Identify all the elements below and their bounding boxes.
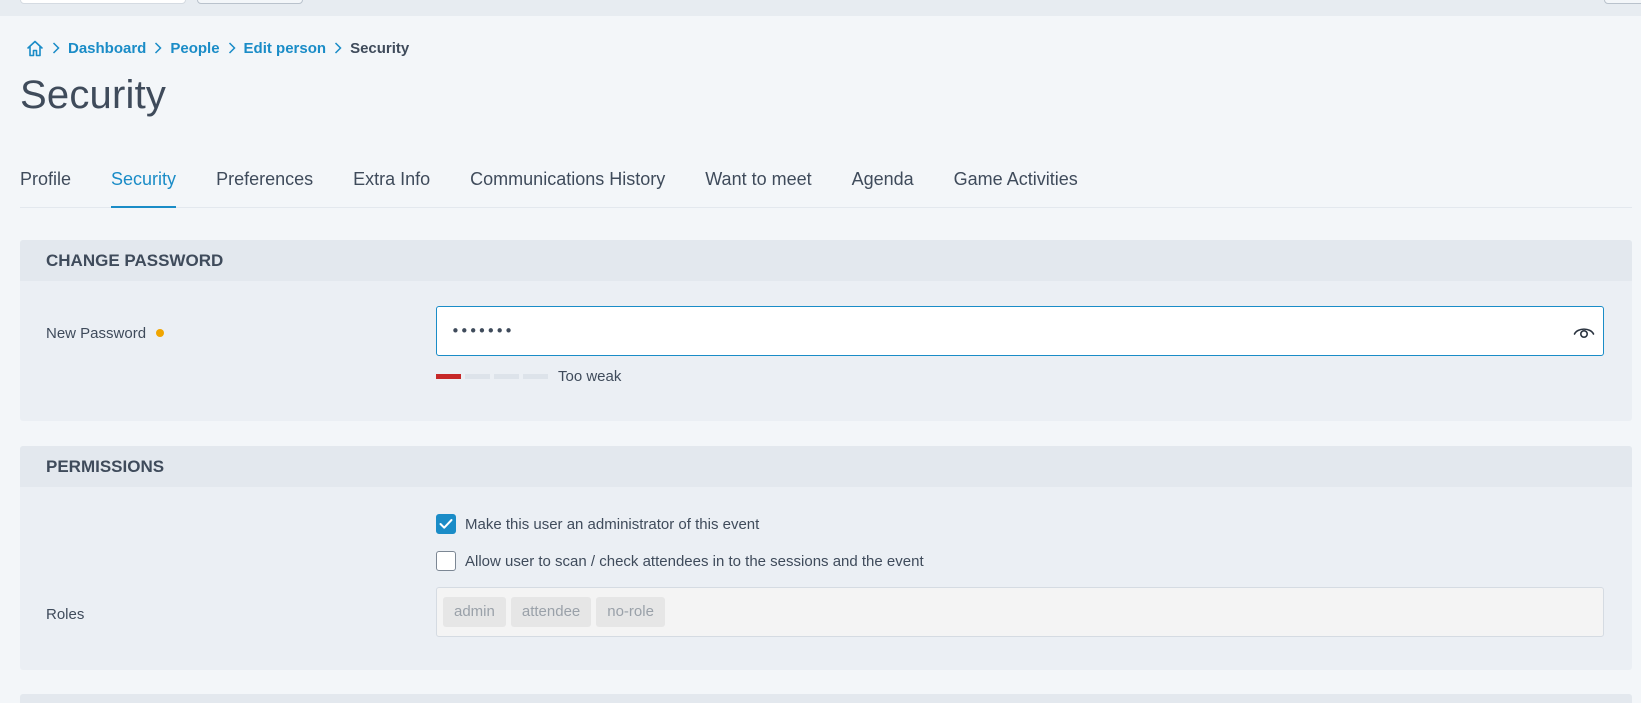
strength-segment bbox=[436, 374, 461, 379]
new-password-label-text: New Password bbox=[46, 325, 147, 342]
page-title: Security bbox=[20, 73, 167, 117]
password-strength-label: Too weak bbox=[558, 368, 622, 385]
password-strength-meter: Too weak bbox=[436, 368, 621, 385]
top-right-button[interactable] bbox=[1604, 0, 1641, 4]
tab-security[interactable]: Security bbox=[111, 160, 177, 208]
role-chip-admin[interactable]: admin bbox=[443, 597, 506, 627]
top-toolbar-button[interactable] bbox=[197, 0, 303, 4]
scan-checkbox-label: Allow user to scan / check attendees in … bbox=[465, 552, 924, 570]
required-indicator bbox=[156, 329, 165, 338]
tab-want-to-meet[interactable]: Want to meet bbox=[705, 160, 811, 207]
tab-preferences[interactable]: Preferences bbox=[216, 160, 313, 207]
role-chip-attendee[interactable]: attendee bbox=[510, 597, 592, 627]
permissions-header: PERMISSIONS bbox=[20, 446, 1632, 487]
admin-checkbox-label: Make this user an administrator of this … bbox=[465, 515, 760, 533]
roles-multiselect[interactable]: admin attendee no-role bbox=[436, 587, 1604, 637]
tab-extra-info[interactable]: Extra Info bbox=[353, 160, 430, 207]
role-chip-no-role[interactable]: no-role bbox=[596, 597, 665, 627]
chevron-right-icon bbox=[154, 42, 162, 54]
breadcrumb: Dashboard People Edit person Security bbox=[26, 38, 409, 58]
breadcrumb-current: Security bbox=[350, 39, 410, 57]
tab-bar: Profile Security Preferences Extra Info … bbox=[20, 160, 1632, 208]
strength-segment bbox=[523, 374, 548, 379]
eye-icon[interactable] bbox=[1572, 323, 1596, 341]
scan-checkbox-row[interactable]: Allow user to scan / check attendees in … bbox=[436, 551, 924, 571]
next-panel-header bbox=[20, 694, 1632, 703]
strength-segment bbox=[494, 374, 519, 379]
tab-communications-history[interactable]: Communications History bbox=[470, 160, 665, 207]
top-toolbar bbox=[0, 0, 1641, 16]
admin-checkbox[interactable] bbox=[436, 514, 456, 534]
scan-checkbox[interactable] bbox=[436, 551, 456, 571]
home-icon[interactable] bbox=[26, 40, 44, 57]
top-search-input[interactable] bbox=[20, 0, 186, 4]
change-password-panel: CHANGE PASSWORD New Password Too weak bbox=[20, 240, 1632, 421]
breadcrumb-edit-person[interactable]: Edit person bbox=[244, 40, 327, 57]
chevron-right-icon bbox=[228, 42, 236, 54]
new-password-input[interactable] bbox=[436, 306, 1604, 356]
tab-profile[interactable]: Profile bbox=[20, 160, 71, 207]
change-password-header: CHANGE PASSWORD bbox=[20, 240, 1632, 281]
breadcrumb-people[interactable]: People bbox=[170, 40, 219, 57]
roles-label: Roles bbox=[46, 606, 85, 623]
tab-game-activities[interactable]: Game Activities bbox=[954, 160, 1078, 207]
breadcrumb-dashboard[interactable]: Dashboard bbox=[68, 40, 146, 57]
new-password-label: New Password bbox=[46, 325, 165, 342]
permissions-panel: PERMISSIONS Make this user an administra… bbox=[20, 446, 1632, 670]
chevron-right-icon bbox=[52, 42, 60, 54]
chevron-right-icon bbox=[334, 42, 342, 54]
admin-checkbox-row[interactable]: Make this user an administrator of this … bbox=[436, 514, 759, 534]
strength-segment bbox=[465, 374, 490, 379]
tab-agenda[interactable]: Agenda bbox=[852, 160, 914, 207]
